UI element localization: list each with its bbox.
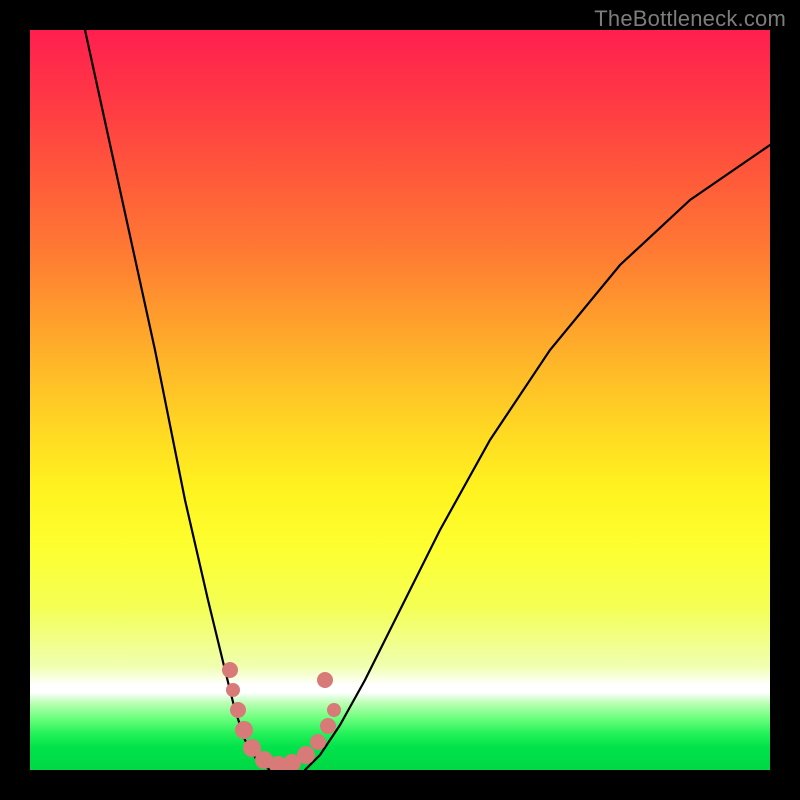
left-curve (85, 30, 270, 770)
scatter-dots (222, 662, 341, 770)
scatter-dot (222, 662, 238, 678)
scatter-dot (230, 702, 246, 718)
scatter-dot (320, 718, 336, 734)
chart-frame: TheBottleneck.com (0, 0, 800, 800)
scatter-dot (310, 734, 326, 750)
scatter-dot (327, 703, 341, 717)
right-curve (305, 145, 770, 770)
scatter-dot (226, 683, 240, 697)
scatter-dot (297, 746, 315, 764)
watermark-text: TheBottleneck.com (594, 6, 786, 32)
curves-svg (30, 30, 770, 770)
plot-area (30, 30, 770, 770)
scatter-dot (317, 672, 333, 688)
scatter-dot (235, 721, 253, 739)
